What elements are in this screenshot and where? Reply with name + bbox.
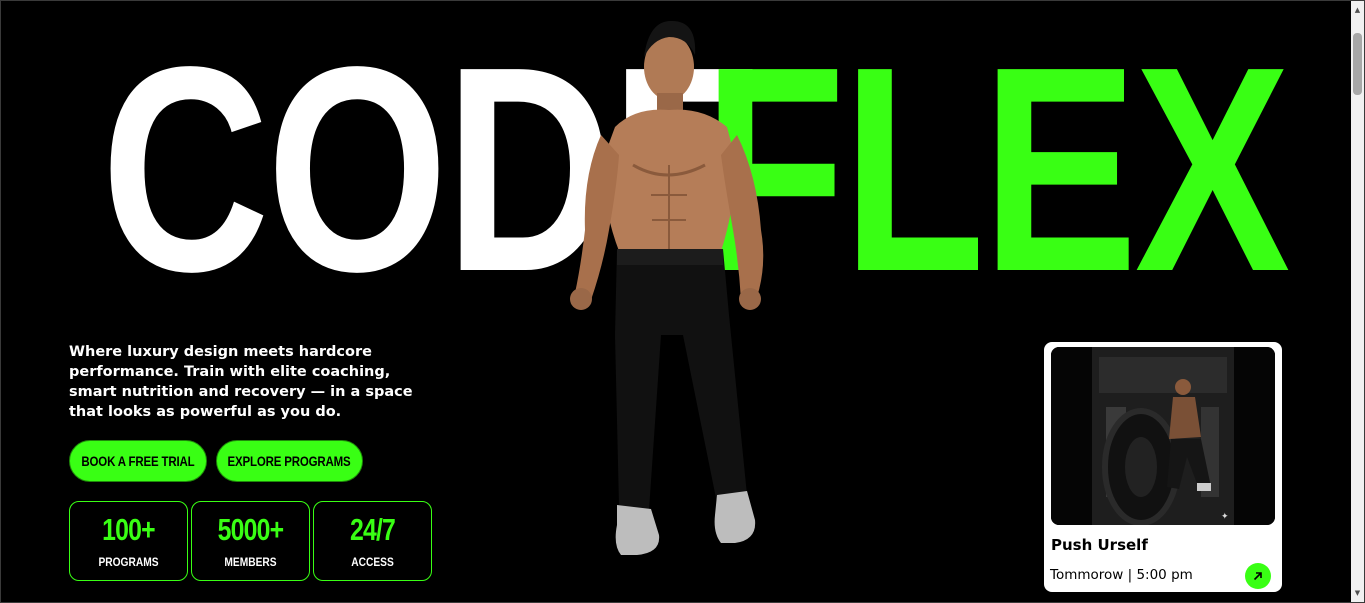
scroll-up-arrow-icon[interactable]: ▲ — [1351, 3, 1364, 17]
event-time: Tommorow | 5:00 pm — [1050, 567, 1193, 583]
book-free-trial-label: BOOK A FREE TRIAL — [81, 453, 195, 469]
stat-value: 100+ — [102, 512, 155, 547]
hero-description: Where luxury design meets hardcore perfo… — [69, 344, 413, 420]
stat-label: MEMBERS — [224, 555, 277, 569]
event-image: ✦ — [1051, 347, 1275, 525]
event-title: Push Urself — [1051, 536, 1148, 554]
page: CODE FLEX Where luxury design meets hard… — [0, 0, 1365, 603]
sparkle-icon: ✦ — [1221, 512, 1229, 522]
stat-label: PROGRAMS — [98, 555, 159, 569]
explore-programs-button[interactable]: EXPLORE PROGRAMS — [216, 440, 363, 482]
event-card[interactable]: ✦ Push Urself Tommorow | 5:00 pm — [1044, 342, 1282, 592]
scroll-down-arrow-icon[interactable]: ▼ — [1351, 586, 1364, 600]
book-free-trial-button[interactable]: BOOK A FREE TRIAL — [69, 440, 207, 482]
arrow-up-right-icon — [1253, 572, 1262, 581]
stat-programs: 100+ PROGRAMS — [69, 501, 188, 581]
scrollbar-thumb[interactable] — [1353, 33, 1362, 95]
hero-athlete-image — [570, 20, 764, 555]
stat-value: 24/7 — [349, 512, 396, 547]
stat-label: ACCESS — [351, 555, 394, 569]
vertical-scrollbar[interactable]: ▲ ▼ — [1351, 1, 1364, 602]
brand-title-flex: FLEX — [703, 6, 1290, 332]
stat-access: 24/7 ACCESS — [313, 501, 432, 581]
stat-members: 5000+ MEMBERS — [191, 501, 310, 581]
event-open-button[interactable] — [1245, 563, 1271, 589]
stat-value: 5000+ — [217, 512, 284, 547]
explore-programs-label: EXPLORE PROGRAMS — [227, 453, 352, 469]
